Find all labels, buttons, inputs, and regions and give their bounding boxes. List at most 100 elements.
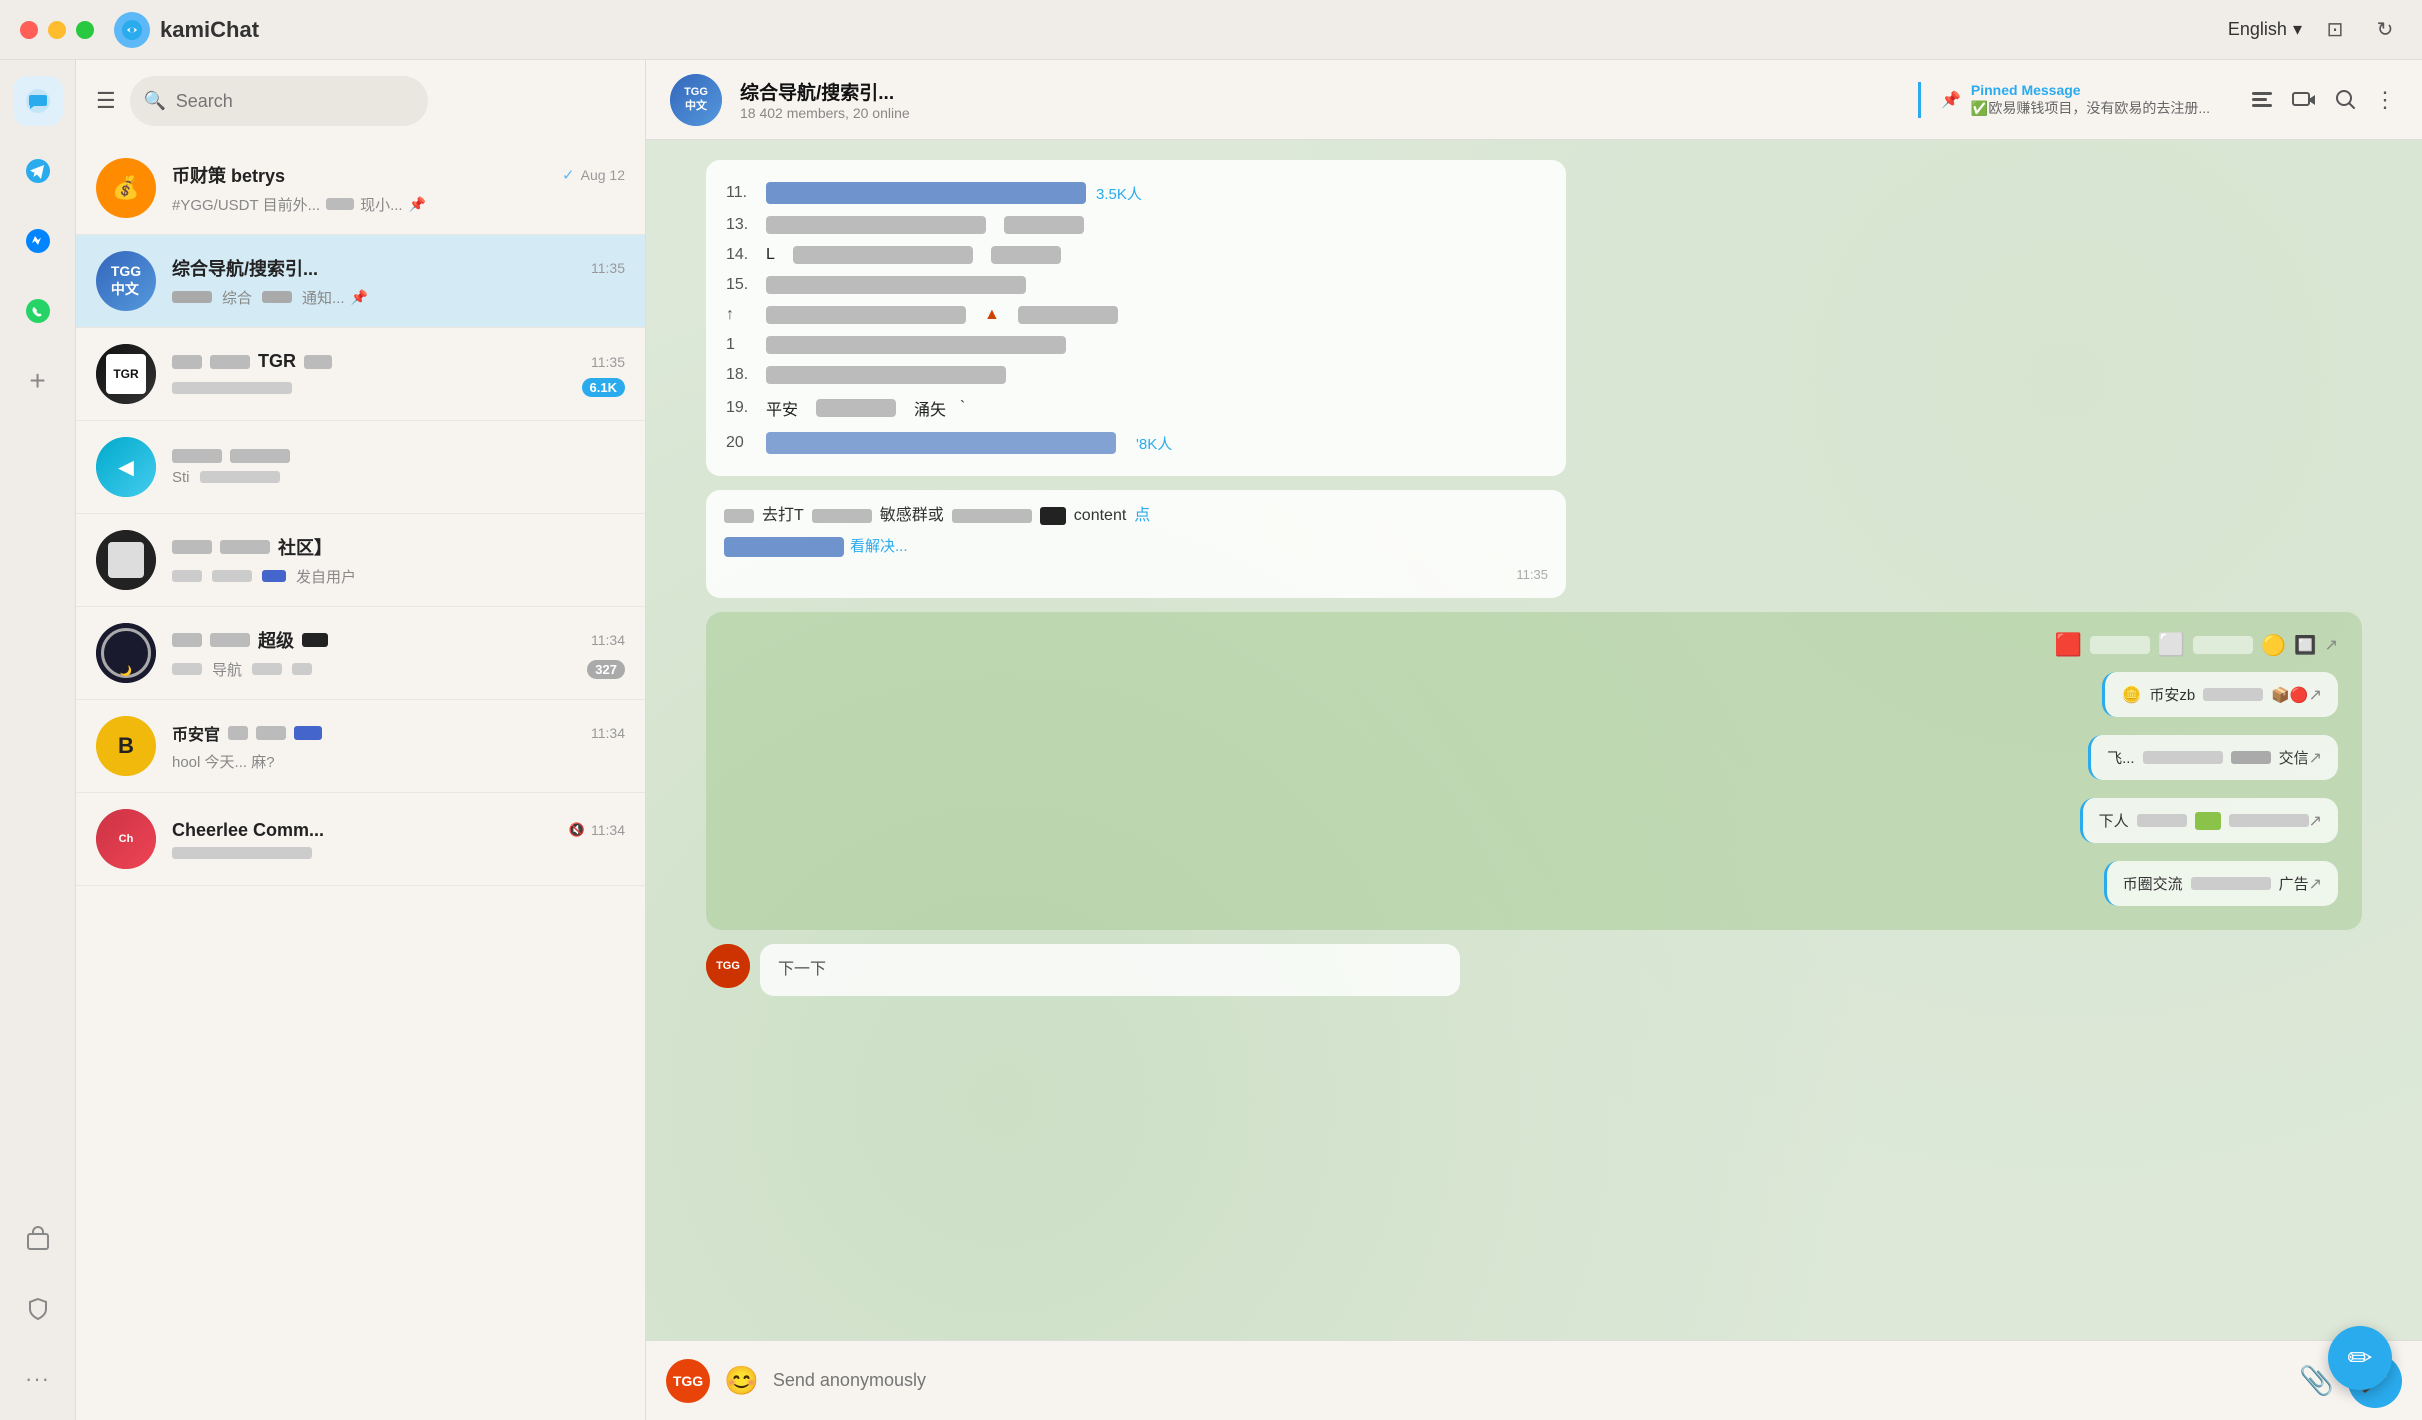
chat-item-header: 币财策 betrys ✓ Aug 12 [172,162,625,188]
forward-arrow-icon: ↗ [2309,874,2322,894]
topics-button[interactable] [2248,86,2276,114]
avatar: ◄ [96,437,156,497]
maximize-button[interactable] [76,21,94,39]
sidebar-item-chat[interactable] [13,76,63,126]
chat-item-content: 综合导航/搜索引... 11:35 综合 通知... 📌 [172,255,625,308]
chat-preview: 发自用户 [172,566,625,587]
emoji-button[interactable]: 😊 [724,1364,759,1397]
forwarded-messages-section: 🟥 ⬜ 🟡 🔲 ↗ 🪙 币安zb 📦🔴 ↗ [706,612,2362,930]
chat-header-info: 综合导航/搜索引... 18 402 members, 20 online [740,78,1890,121]
message-bubble: 11. 3.5K人 13. 14. L [706,160,1566,476]
chat-name: 综合导航/搜索引... [172,255,318,281]
message-bubble: 下一下 [760,944,1460,996]
check-green-icon: 📌 [1941,90,1961,110]
pinned-label: Pinned Message [1971,82,2210,98]
avatar: B [96,716,156,776]
app-logo: kamiChat [114,12,259,48]
chat-time: 11:35 [591,354,625,370]
logo-icon [114,12,150,48]
sidebar-item-telegram[interactable] [13,146,63,196]
avatar: TGR [96,344,156,404]
app-name: kamiChat [160,17,259,43]
list-item: 11. 3.5K人 [726,176,1546,210]
chat-preview: #YGG/USDT 目前外... 现小... 📌 [172,194,625,215]
mute-icon: 🔇 [569,822,585,838]
avatar: Ch [96,809,156,869]
title-right: English ▾ ⊡ ↻ [2228,13,2402,47]
icon-sidebar: + ··· [0,60,76,1420]
chat-item-content: Cheerlee Comm... 🔇 11:34 [172,820,625,859]
compose-button[interactable]: ✏ [2328,1326,2392,1390]
chat-list-header: ☰ 🔍 [76,60,645,142]
menu-button[interactable]: ☰ [96,88,116,114]
reaction-row: 🟥 ⬜ 🟡 🔲 ↗ [730,632,2338,658]
chat-time: 11:35 [591,260,625,276]
close-button[interactable] [20,21,38,39]
search-wrap: 🔍 [130,76,625,126]
chat-messages: 11. 3.5K人 13. 14. L [646,140,2422,1340]
title-bar: kamiChat English ▾ ⊡ ↻ [0,0,2422,60]
search-input[interactable] [130,76,428,126]
channel-chat-button[interactable] [2290,86,2318,114]
minimize-button[interactable] [48,21,66,39]
forwarded-message[interactable]: 下人 ↗ [2080,798,2338,843]
link-text[interactable]: 看解决... [850,536,908,559]
window-mode-button[interactable]: ⊡ [2318,13,2352,47]
chat-item[interactable]: 🌙 超级 11:34 导航 [76,607,645,700]
avatar [96,530,156,590]
list-item: ↑ ▲ [726,300,1546,330]
input-avatar: TGG [666,1359,710,1403]
forwarded-message[interactable]: 飞... 交信 ↗ [2088,735,2338,780]
header-actions: ⋮ [2248,86,2398,114]
forwarded-message[interactable]: 币圈交流 广告 ↗ [2104,861,2338,906]
message-group: 去打T 敏感群或 content 点 看解决... 11:35 [706,490,2362,598]
pinned-message[interactable]: 📌 Pinned Message ✅欧易赚钱项目，没有欧易的去注册... [1918,82,2230,118]
sidebar-item-whatsapp[interactable] [13,286,63,336]
attach-button[interactable]: 📎 [2299,1364,2334,1397]
list-item: 15. [726,270,1546,300]
chat-item-header: 超级 11:34 [172,627,625,653]
chat-item[interactable]: ◄ Sti [76,421,645,514]
fwd-arrow-icon: ↗ [2325,635,2338,655]
chat-item[interactable]: TGG中文 综合导航/搜索引... 11:35 综合 通知... 📌 [76,235,645,328]
sidebar-item-add[interactable]: + [13,356,63,406]
chat-item-content: 社区】 发自用户 [172,534,625,587]
chat-item[interactable]: B 币安官 11:34 hool 今天... 麻? [76,700,645,793]
message-input[interactable] [773,1356,2285,1406]
unread-badge: 327 [587,660,625,679]
list-item: 14. L [726,240,1546,270]
sidebar-item-shield[interactable] [13,1284,63,1334]
chat-preview: Sti [172,469,625,486]
chat-item[interactable]: TGR TGR 11:35 6. [76,328,645,421]
chat-items: 💰 币财策 betrys ✓ Aug 12 #YGG/USDT 目前外... 现… [76,142,645,1420]
chat-header: TGG中文 综合导航/搜索引... 18 402 members, 20 onl… [646,60,2422,140]
channel-avatar: TGG中文 [670,74,722,126]
chat-item-header: TGR 11:35 [172,351,625,372]
pinned-text: ✅欧易赚钱项目，没有欧易的去注册... [1971,98,2210,118]
search-button[interactable] [2332,86,2360,114]
forward-arrow-icon: ↗ [2309,811,2322,831]
chat-item[interactable]: 社区】 发自用户 [76,514,645,607]
chat-preview: 6.1K [172,378,625,397]
chat-item-header: 社区】 [172,534,625,560]
chat-item-content: 币财策 betrys ✓ Aug 12 #YGG/USDT 目前外... 现小.… [172,162,625,215]
pin-icon: 📌 [409,196,426,213]
chat-item[interactable]: 💰 币财策 betrys ✓ Aug 12 #YGG/USDT 目前外... 现… [76,142,645,235]
chat-item-content: 超级 11:34 导航 327 [172,627,625,680]
list-item: 18. [726,360,1546,390]
chat-item-content: TGR 11:35 6.1K [172,351,625,397]
sidebar-item-store[interactable] [13,1214,63,1264]
list-item: 19. 平安 涌矢 ` [726,390,1546,426]
refresh-button[interactable]: ↻ [2368,13,2402,47]
more-options-button[interactable]: ⋮ [2374,87,2398,113]
chat-item[interactable]: Ch Cheerlee Comm... 🔇 11:34 [76,793,645,886]
forwarded-message[interactable]: 🪙 币安zb 📦🔴 ↗ [2102,672,2338,717]
channel-message-row: TGG 下一下 [706,944,2362,996]
language-selector[interactable]: English ▾ [2228,19,2302,40]
chevron-down-icon: ▾ [2293,19,2302,40]
avatar: 💰 [96,158,156,218]
sidebar-item-messenger[interactable] [13,216,63,266]
unread-badge: 6.1K [582,378,625,397]
sidebar-item-more[interactable]: ··· [13,1354,63,1404]
chat-name: 社区】 [278,534,332,560]
